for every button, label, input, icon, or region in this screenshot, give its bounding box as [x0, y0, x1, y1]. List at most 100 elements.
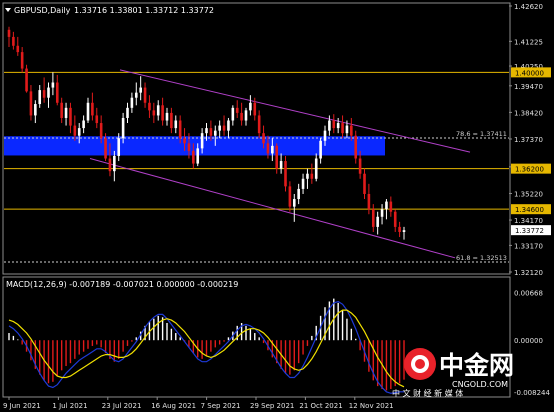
- candle-body: [64, 107, 68, 118]
- candle-body: [240, 112, 243, 121]
- candle-body: [82, 120, 85, 129]
- time-tick-label: 9 Jun 2021: [3, 402, 41, 410]
- price-marker-label: 1.40000: [515, 69, 544, 77]
- candle-body: [209, 128, 213, 136]
- macd-readout: MACD(12,26,9) -0.007189 -0.007021 0.0000…: [6, 280, 238, 289]
- candle-body: [319, 140, 322, 159]
- candle-body: [25, 68, 28, 92]
- macd-tick-label: 0.00000: [514, 337, 543, 345]
- candle-body: [402, 230, 406, 232]
- candle-body: [60, 102, 63, 118]
- candle-body: [161, 105, 164, 121]
- price-tick-label: 1.39470: [514, 83, 543, 91]
- candle-body: [139, 87, 142, 93]
- candle-body: [213, 130, 217, 136]
- candle-body: [354, 135, 358, 159]
- candle-body: [350, 125, 353, 136]
- candle-body: [367, 193, 371, 210]
- candle-body: [73, 125, 77, 136]
- candle-body: [262, 133, 265, 144]
- candle-body: [385, 201, 388, 210]
- candle-body: [99, 123, 103, 139]
- candle-body: [398, 226, 401, 232]
- price-tick-label: 1.35220: [514, 190, 543, 198]
- candle-body: [376, 216, 379, 227]
- candle-body: [104, 138, 107, 159]
- candle-body: [380, 209, 384, 217]
- price-marker-label: 1.34600: [515, 206, 544, 214]
- price-tick-label: 1.34170: [514, 217, 543, 225]
- candle-body: [288, 186, 292, 207]
- candle-body: [165, 112, 169, 121]
- time-tick-label: 29 Sep 2021: [250, 402, 294, 410]
- ohlc-readout: 1.33716 1.33801 1.33712 1.33772: [74, 6, 214, 15]
- price-tick-label: 1.37370: [514, 136, 543, 144]
- candle-body: [222, 125, 226, 131]
- candle-body: [152, 110, 156, 116]
- candle-body: [29, 91, 33, 116]
- candle-body: [328, 120, 331, 131]
- candle-body: [178, 120, 182, 139]
- candle-body: [130, 97, 134, 108]
- candle-body: [341, 123, 344, 134]
- price-chart[interactable]: 78.6 = 1.37411 61.8 = 1.32513 0.00668 0.00…: [0, 0, 554, 412]
- candle-body: [323, 130, 327, 141]
- candle-body: [244, 110, 248, 121]
- candle-body: [332, 120, 336, 129]
- candle-body: [336, 123, 340, 129]
- candle-body: [292, 199, 296, 207]
- time-tick-label: 1 Jul 2021: [52, 402, 87, 410]
- candle-body: [126, 107, 129, 118]
- time-tick-label: 12 Nov 2021: [349, 402, 394, 410]
- price-tick-label: 1.33170: [514, 242, 543, 250]
- symbol-label: GBPUSD,Daily: [14, 6, 71, 15]
- candle-body: [249, 102, 252, 111]
- candle-body: [266, 143, 270, 154]
- candle-body: [69, 107, 72, 126]
- candle-body: [91, 102, 94, 116]
- macd-tick-label: -0.008244: [514, 389, 550, 397]
- candle-body: [257, 115, 261, 134]
- candle-body: [393, 211, 397, 227]
- candle-body: [358, 158, 362, 174]
- brand-name: 中金网: [439, 351, 514, 380]
- candle-body: [235, 107, 239, 113]
- candle-body: [108, 158, 112, 172]
- time-tick-label: 16 Aug 2021: [151, 402, 196, 410]
- candle-body: [279, 161, 283, 169]
- candle-body: [183, 138, 186, 144]
- candle-body: [170, 112, 173, 129]
- price-tick-label: 1.38420: [514, 109, 543, 117]
- candle-body: [121, 117, 125, 139]
- candle-body: [389, 201, 393, 212]
- price-marker-label: 1.36200: [515, 166, 544, 174]
- candle-body: [134, 92, 138, 98]
- candle-body: [371, 209, 375, 227]
- candle-body: [218, 125, 221, 131]
- candle-body: [38, 90, 42, 105]
- price-tick-label: 1.32120: [514, 269, 543, 277]
- candle-body: [363, 173, 366, 194]
- candle-body: [77, 128, 81, 136]
- candle-body: [86, 102, 90, 121]
- candle-body: [51, 82, 55, 88]
- candle-body: [12, 36, 15, 46]
- candle-body: [95, 115, 99, 124]
- candle-body: [47, 87, 50, 98]
- candle-body: [196, 148, 200, 164]
- candle-body: [174, 120, 178, 129]
- candle-body: [156, 105, 160, 116]
- price-tick-label: 1.42620: [514, 3, 543, 11]
- candle-body: [227, 120, 230, 131]
- time-tick-label: 21 Oct 2021: [299, 402, 342, 410]
- price-marker-label: 1.33772: [515, 227, 544, 235]
- time-tick-label: 7 Sep 2021: [201, 402, 241, 410]
- brand-logo-core: [415, 359, 425, 369]
- candle-body: [192, 150, 195, 164]
- candle-body: [253, 102, 257, 116]
- fib-label: 78.6 = 1.37411: [456, 130, 507, 138]
- price-tick-label: 1.41225: [514, 38, 543, 46]
- macd-tick-label: 0.00668: [514, 289, 543, 297]
- candle-body: [205, 128, 208, 134]
- candle-body: [284, 161, 287, 187]
